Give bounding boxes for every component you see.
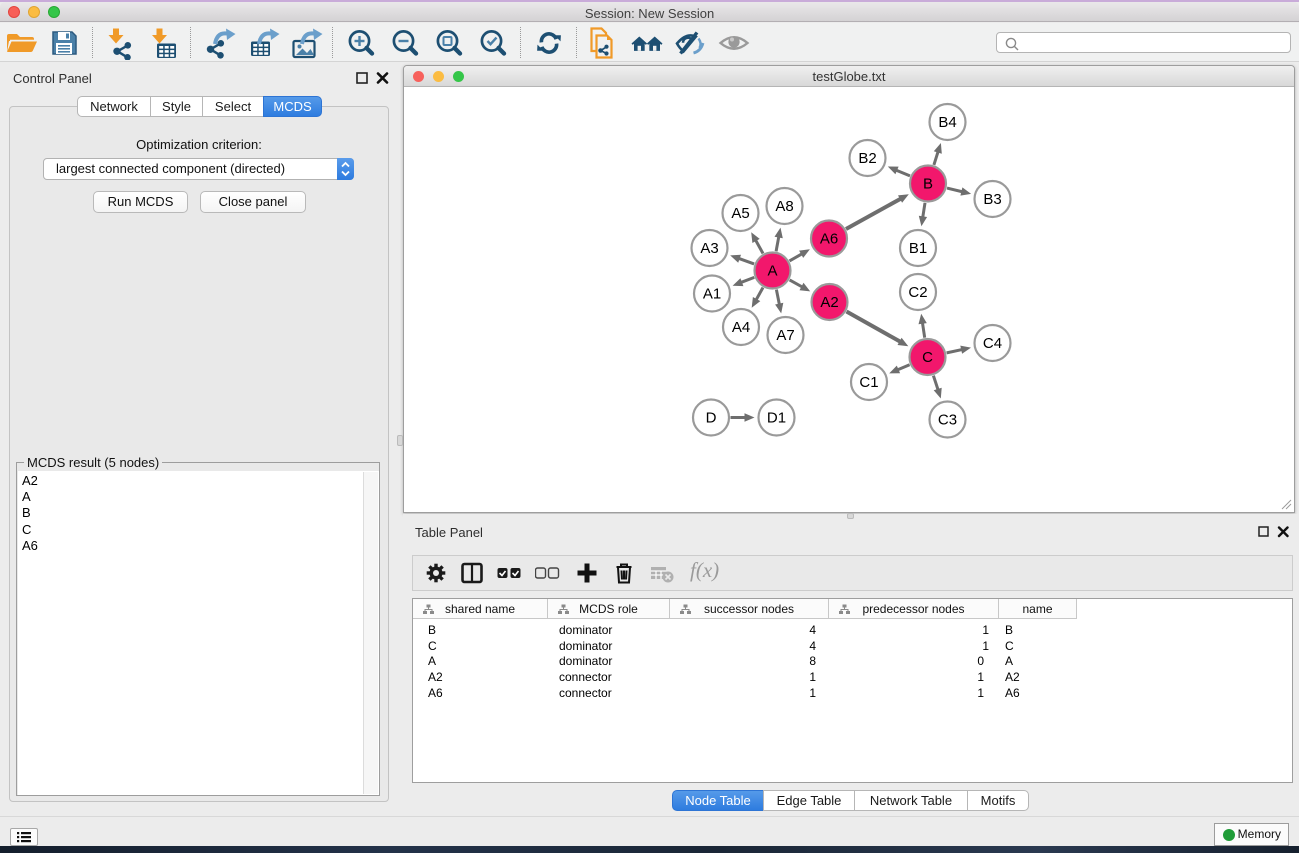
svg-text:B1: B1 [909,240,927,257]
svg-text:B: B [923,176,933,193]
svg-text:A3: A3 [700,240,718,257]
svg-text:B4: B4 [938,114,956,131]
svg-text:C4: C4 [983,335,1002,352]
svg-text:C3: C3 [938,412,957,429]
svg-text:D1: D1 [767,410,786,427]
svg-text:A: A [767,263,777,280]
svg-text:A6: A6 [820,231,838,248]
svg-text:C: C [922,349,933,366]
svg-text:A1: A1 [703,286,721,303]
svg-text:A8: A8 [775,198,793,215]
svg-text:B3: B3 [983,191,1001,208]
svg-text:C2: C2 [908,284,927,301]
svg-text:A7: A7 [776,327,794,344]
svg-text:A4: A4 [732,319,750,336]
svg-text:C1: C1 [859,374,878,391]
svg-text:D: D [706,410,717,427]
svg-text:B2: B2 [858,150,876,167]
svg-text:A5: A5 [731,205,749,222]
svg-text:A2: A2 [820,294,838,311]
